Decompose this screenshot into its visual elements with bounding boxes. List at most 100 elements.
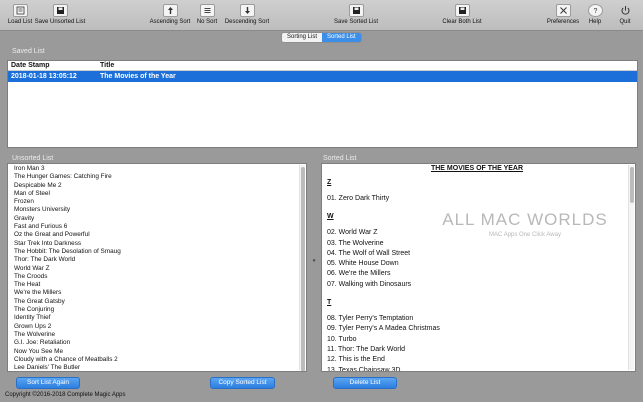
list-item[interactable]: Monsters University (14, 206, 306, 214)
list-item[interactable]: Gravity (14, 215, 306, 223)
no-sort-label: No Sort (196, 19, 218, 25)
toolbar: Load List Save Unsorted List Ascending S… (0, 0, 643, 31)
unsorted-scrollbar[interactable] (299, 165, 305, 371)
no-sort-button[interactable]: No Sort (194, 4, 220, 28)
load-list-icon (12, 4, 28, 17)
tools-icon (555, 4, 571, 17)
save-unsorted-button[interactable]: Save Unsorted List (33, 4, 87, 28)
sorted-entry: 08. Tyler Perry's Temptation (327, 315, 414, 323)
sorted-entry: 13. Texas Chainsaw 3D (327, 366, 401, 372)
saved-list-title: Saved List (12, 48, 45, 55)
help-icon: ? (587, 4, 603, 17)
sorted-group-letter: Z (327, 179, 332, 186)
sorted-list-panel[interactable]: THE MOVIES OF THE YEAR Z 01. Zero Dark Th… (321, 163, 636, 372)
sorted-entry: 07. Walking with Dinosaurs (327, 280, 412, 288)
list-item[interactable]: Frozen (14, 198, 306, 206)
list-item[interactable]: World War Z (14, 265, 306, 273)
help-label: Help (588, 19, 602, 25)
ascending-sort-icon (162, 4, 178, 17)
load-list-label: Load List (7, 19, 33, 25)
sorted-entry: 11. Thor: The Dark World (327, 345, 406, 353)
list-item[interactable]: The Croods (14, 273, 306, 281)
power-icon (618, 4, 633, 17)
scroll-thumb[interactable] (630, 167, 634, 203)
view-switcher: Sorting List Sorted List (281, 32, 362, 43)
descending-sort-button[interactable]: Descending Sort (223, 4, 271, 28)
list-item[interactable]: Identity Thief (14, 314, 306, 322)
save-sorted-icon (348, 4, 364, 17)
list-item[interactable]: Now You See Me (14, 348, 306, 356)
sorted-entry: 10. Turbo (327, 335, 357, 343)
list-item[interactable]: Iron Man 3 (14, 165, 306, 173)
table-row[interactable]: 2018-01-18 13:05:12 The Movies of the Ye… (8, 71, 637, 82)
sorted-group-letter: W (327, 213, 334, 221)
sort-list-again-button[interactable]: Sort List Again (16, 377, 80, 389)
sorted-entry: 04. The Wolf of Wall Street (327, 249, 411, 257)
quit-button[interactable]: Quit (615, 4, 635, 28)
list-item[interactable]: The Heat (14, 281, 306, 289)
sorted-entry: 09. Tyler Perry's A Madea Christmas (327, 325, 440, 333)
clear-both-button[interactable]: Clear Both List (440, 4, 484, 28)
quit-label: Quit (619, 19, 631, 25)
tab-sorting-list[interactable]: Sorting List (282, 33, 323, 42)
list-item[interactable]: Star Trek Into Darkness (14, 240, 306, 248)
save-unsorted-label: Save Unsorted List (34, 19, 86, 25)
sorted-group-letter: T (327, 299, 332, 307)
sorted-list-title: Sorted List (323, 155, 357, 162)
sorted-list: THE MOVIES OF THE YEAR Z 01. Zero Dark Th… (322, 165, 635, 372)
unsorted-list-title: Unsorted List (12, 155, 54, 162)
row-title: The Movies of the Year (100, 73, 176, 80)
list-item[interactable]: Man of Steel (14, 190, 306, 198)
sorted-heading: THE MOVIES OF THE YEAR (430, 165, 524, 172)
list-item[interactable]: Fast and Furious 6 (14, 223, 306, 231)
list-item[interactable]: The Hobbit: The Desolation of Smaug (14, 248, 306, 256)
no-sort-icon (199, 4, 215, 17)
list-item[interactable]: Thor: The Dark World (14, 256, 306, 264)
list-item[interactable]: Oz the Great and Powerful (14, 231, 306, 239)
column-title[interactable]: Title (100, 61, 637, 70)
tab-sorted-list[interactable]: Sorted List (322, 33, 361, 42)
unsorted-list: Iron Man 3 The Hunger Games: Catching Fir… (8, 164, 306, 371)
list-item[interactable]: The Conjuring (14, 306, 306, 314)
preferences-label: Preferences (546, 19, 580, 25)
list-item[interactable]: The Great Gatsby (14, 298, 306, 306)
save-unsorted-icon (52, 4, 68, 17)
svg-text:?: ? (593, 8, 597, 15)
sorted-entry: 01. Zero Dark Thirty (327, 195, 390, 202)
load-list-button[interactable]: Load List (5, 4, 35, 28)
saved-list-table: Date Stamp Title 2018-01-18 13:05:12 The… (7, 60, 638, 148)
list-item[interactable]: We're the Millers (14, 289, 306, 297)
save-sorted-label: Save Sorted List (333, 19, 379, 25)
list-item[interactable]: The Wolverine (14, 331, 306, 339)
list-item[interactable]: Despicable Me 2 (14, 182, 306, 190)
clear-both-icon (454, 4, 470, 17)
delete-list-button[interactable]: Delete List (333, 377, 397, 389)
list-item[interactable]: G.I. Joe: Retaliation (14, 339, 306, 347)
row-date: 2018-01-18 13:05:12 (11, 73, 77, 80)
descending-sort-icon (239, 4, 255, 17)
clear-both-label: Clear Both List (442, 19, 482, 25)
sorted-scrollbar[interactable] (628, 165, 634, 370)
scroll-thumb[interactable] (301, 167, 305, 371)
preferences-button[interactable]: Preferences (546, 4, 580, 28)
list-item[interactable]: Lee Daniels' The Butler (14, 364, 306, 371)
save-sorted-button[interactable]: Save Sorted List (332, 4, 380, 28)
descending-sort-label: Descending Sort (224, 19, 270, 25)
ascending-sort-button[interactable]: Ascending Sort (148, 4, 192, 28)
ascending-sort-label: Ascending Sort (149, 19, 191, 25)
sorted-entry: 05. White House Down (327, 260, 399, 268)
sorted-entry: 03. The Wolverine (327, 239, 384, 247)
sorted-entry: 02. World War Z (327, 229, 378, 237)
copyright-text: Copyright ©2016-2018 Complete Magic Apps (5, 392, 126, 398)
unsorted-list-panel[interactable]: Iron Man 3 The Hunger Games: Catching Fir… (7, 163, 307, 372)
column-date-stamp[interactable]: Date Stamp (8, 61, 100, 70)
list-item[interactable]: The Hunger Games: Catching Fire (14, 173, 306, 181)
list-item[interactable]: Grown Ups 2 (14, 323, 306, 331)
list-item[interactable]: Cloudy with a Chance of Meatballs 2 (14, 356, 306, 364)
copy-sorted-list-button[interactable]: Copy Sorted List (210, 377, 275, 389)
help-button[interactable]: ? Help (584, 4, 606, 28)
splitter-handle[interactable]: ● (309, 258, 319, 264)
sorted-entry: 06. We're the Millers (327, 270, 391, 278)
